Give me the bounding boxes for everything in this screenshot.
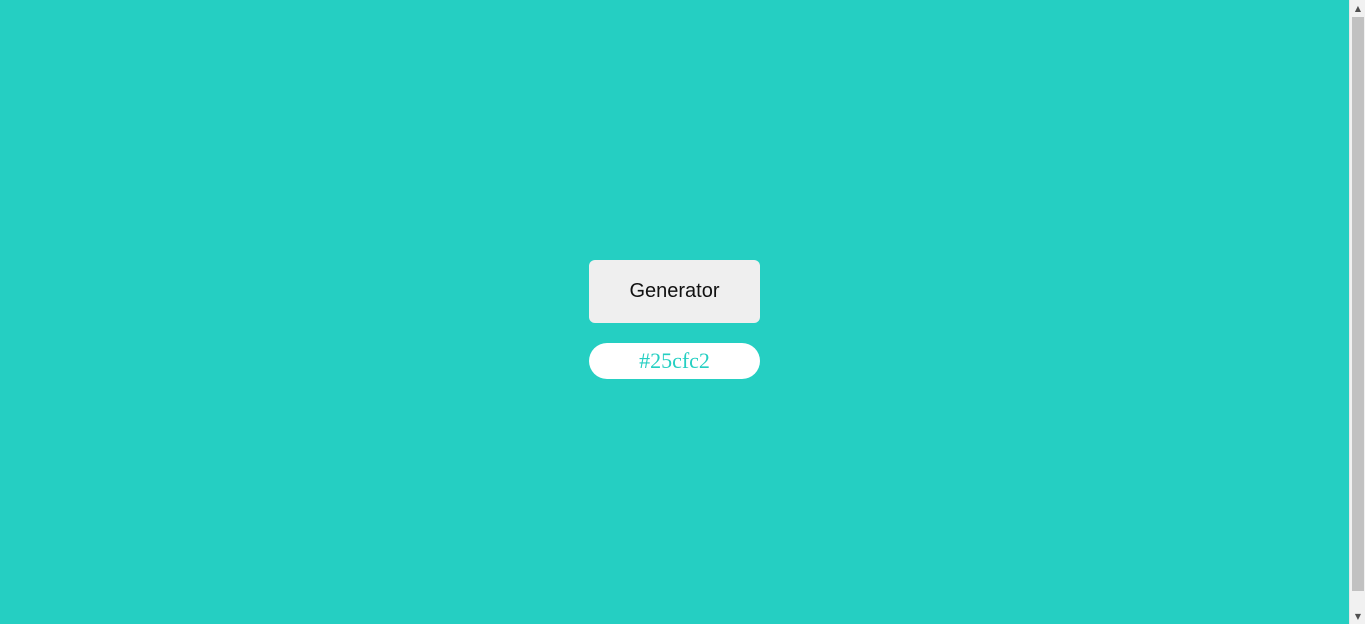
page-background: Generator #25cfc2 bbox=[0, 0, 1349, 624]
vertical-scrollbar[interactable]: ▲ ▼ bbox=[1349, 0, 1365, 624]
scrollbar-thumb[interactable] bbox=[1352, 17, 1364, 591]
generator-button[interactable]: Generator bbox=[589, 260, 760, 323]
color-code-display: #25cfc2 bbox=[589, 343, 760, 379]
scroll-down-arrow-icon[interactable]: ▼ bbox=[1350, 608, 1365, 624]
scroll-up-arrow-icon[interactable]: ▲ bbox=[1350, 0, 1365, 16]
